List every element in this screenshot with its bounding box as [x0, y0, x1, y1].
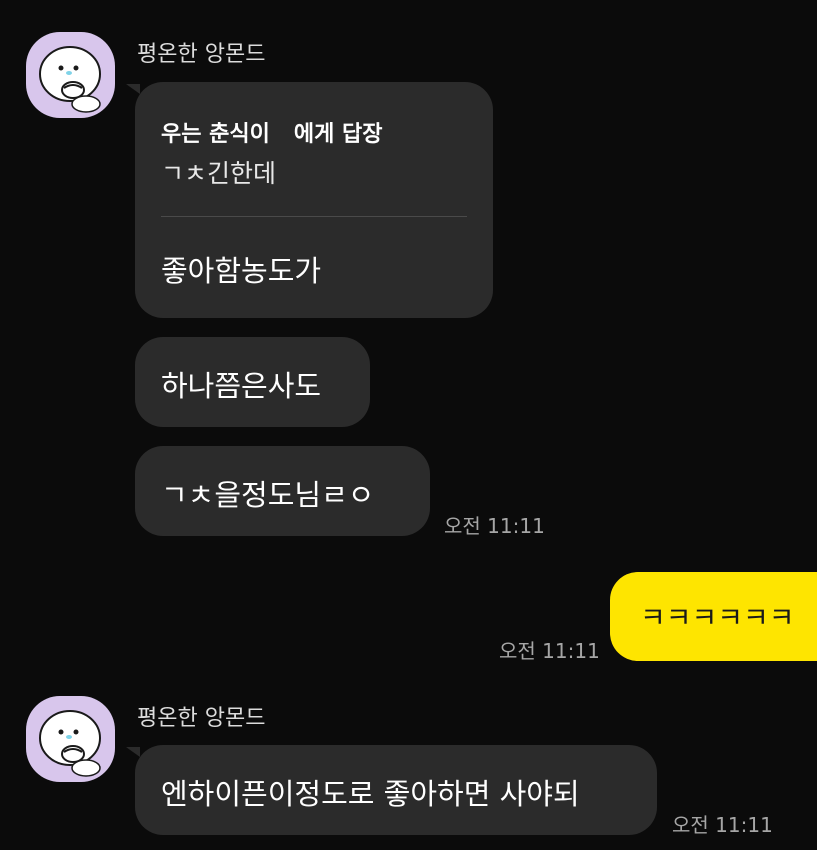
avatar[interactable]: [26, 696, 115, 782]
reply-header: 우는 춘식이 에게 답장: [161, 116, 383, 148]
quoted-message[interactable]: ㄱㅊ긴한데: [161, 154, 276, 190]
bear-avatar-icon: [39, 710, 101, 777]
message-time: 오전 11:11: [499, 639, 600, 663]
reply-target-name: 우는 춘식이: [161, 122, 270, 147]
message-time: 오전 11:11: [444, 514, 545, 538]
message-bubble[interactable]: 하나쯤은사도: [135, 337, 370, 427]
chat-room: 평온한 앙몬드 우는 춘식이 에게 답장 ㄱㅊ긴한데 좋아함농도가 하나쯤은사도 …: [0, 0, 817, 850]
sender-name: 평온한 앙몬드: [137, 42, 266, 67]
my-message-bubble[interactable]: ㅋㅋㅋㅋㅋㅋ: [610, 572, 817, 661]
message-bubble[interactable]: 엔하이픈이정도로 좋아하면 사야되: [126, 745, 657, 835]
message-time: 오전 11:11: [672, 813, 773, 837]
reply-message-bubble[interactable]: 우는 춘식이 에게 답장 ㄱㅊ긴한데 좋아함농도가: [126, 82, 493, 318]
message-text: 엔하이픈이정도로 좋아하면 사야되: [161, 777, 580, 811]
message-text: 하나쯤은사도: [161, 369, 322, 403]
message-text: 좋아함농도가: [161, 254, 322, 288]
sender-name: 평온한 앙몬드: [137, 706, 266, 731]
message-text: ㅋㅋㅋㅋㅋㅋ: [640, 601, 795, 634]
message-bubble[interactable]: ㄱㅊ을정도님ㄹㅇ: [135, 446, 430, 536]
reply-label: 에게 답장: [293, 122, 383, 147]
avatar[interactable]: [26, 32, 115, 118]
reply-divider: [161, 216, 467, 217]
message-text: ㄱㅊ을정도님ㄹㅇ: [161, 478, 375, 512]
bear-avatar-icon: [39, 46, 101, 113]
